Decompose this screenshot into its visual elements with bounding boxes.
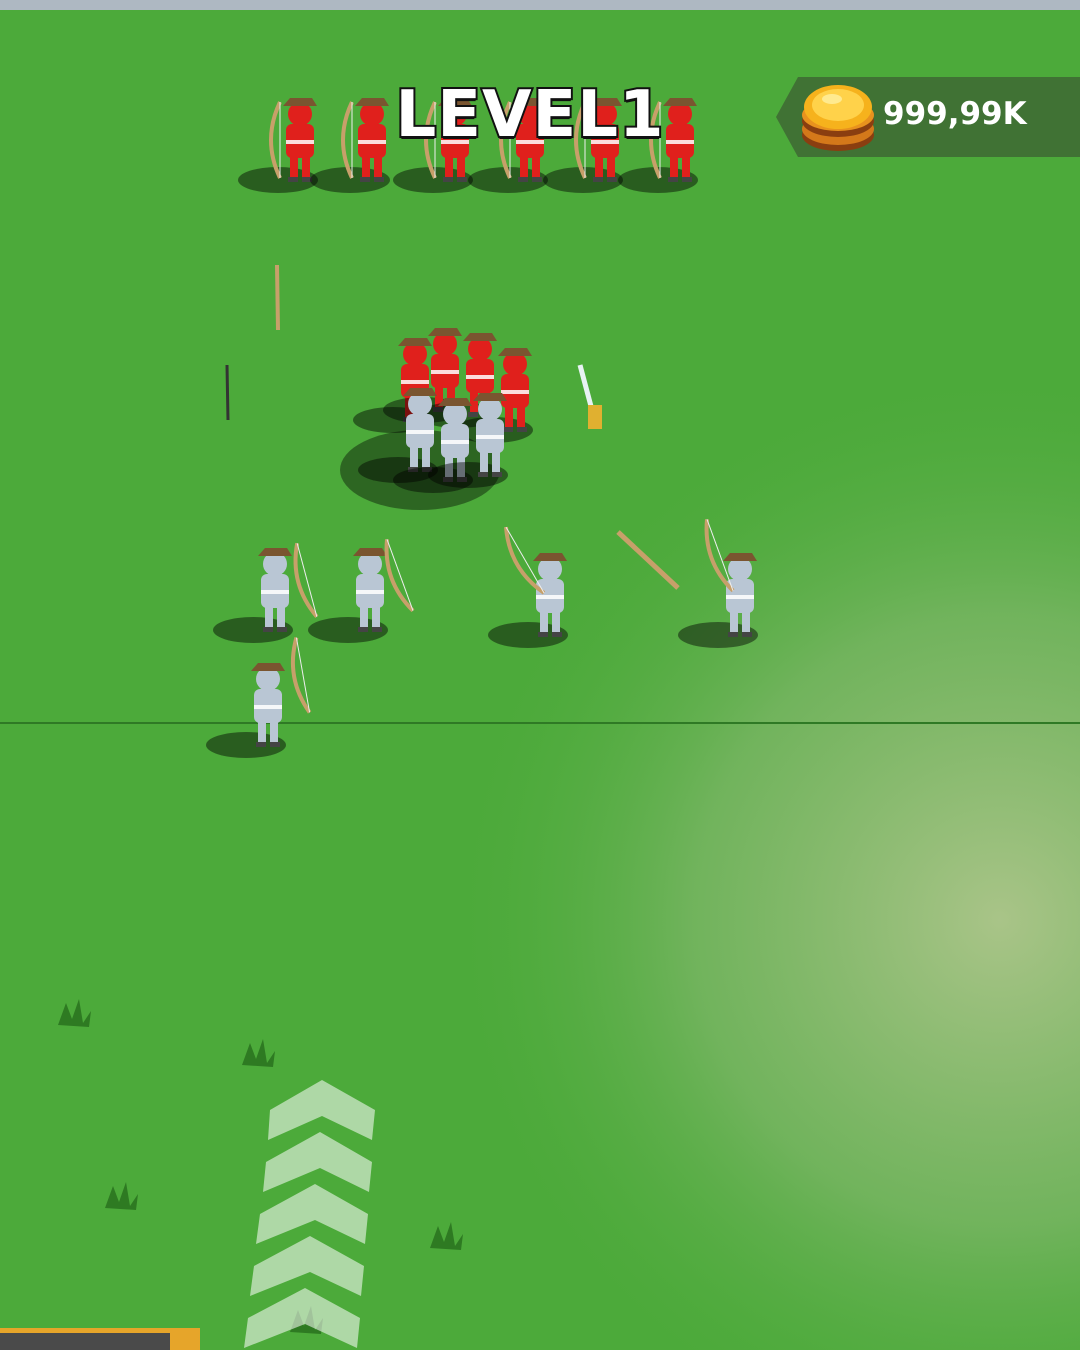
game-scene[interactable] [0,0,1080,1350]
level-label: LEVEL1 [393,76,665,154]
stray-arrow [275,264,280,331]
bottom-panel-edge [0,1328,200,1350]
gold-coin-stack-icon [802,85,874,151]
coin-amount: 999,99K [883,96,1027,132]
coin-counter: 999,99K [776,77,1080,157]
stray-arrow [225,364,230,421]
